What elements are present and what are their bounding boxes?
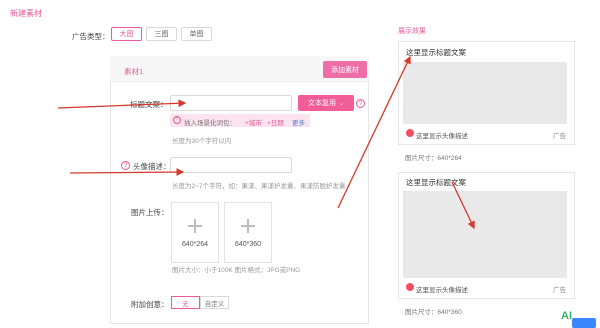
arrow-to-preview-title <box>337 55 411 209</box>
annotation-arrows <box>57 55 475 230</box>
arrow-to-title-input <box>57 99 187 109</box>
watermark-text: AI <box>561 310 572 322</box>
watermark-badge <box>572 318 596 328</box>
arrow-to-avatar-input <box>69 168 185 176</box>
arrow-to-preview-image <box>451 181 475 230</box>
